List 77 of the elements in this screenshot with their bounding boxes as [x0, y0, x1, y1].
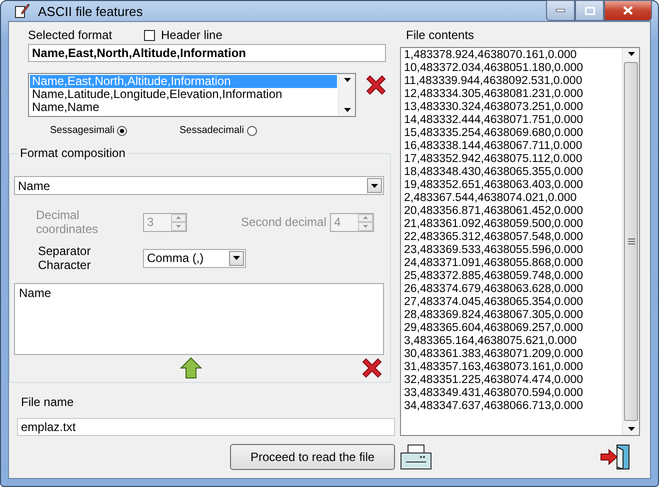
caret-icon [371, 184, 378, 188]
window-title: ASCII file features [38, 4, 144, 18]
list-item: 15,483335.254,4638069.680,0.000 [403, 127, 584, 140]
radio-label: Sessagesimali [50, 125, 114, 136]
list-item: 13,483330.324,4638073.251,0.000 [403, 101, 584, 114]
grip-icon [628, 238, 634, 245]
list-item: 3,483365.164,4638075.621,0.000 [403, 335, 578, 348]
close-icon [623, 6, 633, 15]
up-arrow-icon[interactable] [180, 356, 202, 378]
scrollbar[interactable] [338, 74, 355, 116]
minimize-icon [556, 9, 565, 12]
list-item: 12,483334.305,4638081.231,0.000 [403, 88, 584, 101]
list-item: 24,483371.091,4638055.868,0.000 [403, 257, 584, 270]
list-item: 2,483367.544,4638074.021,0.000 [403, 192, 578, 205]
note-pencil-icon [14, 3, 30, 19]
list-item[interactable]: Name [19, 286, 379, 300]
list-item: 23,483369.533,4638055.596,0.000 [403, 244, 584, 257]
maximize-button[interactable] [575, 0, 604, 21]
list-item: 26,483374.679,4638063.628,0.000 [403, 283, 584, 296]
fields-list[interactable]: Name [14, 283, 384, 355]
list-item[interactable]: Name,Latitude,Longitude,Elevation,Information [30, 88, 337, 101]
list-item: 11,483339.944,4638092.531,0.000 [403, 75, 584, 88]
scroll-thumb[interactable] [624, 62, 638, 421]
scrollbar[interactable] [622, 48, 639, 435]
radio-button[interactable] [117, 126, 128, 136]
scroll-down-icon [344, 108, 350, 112]
exit-door-icon[interactable] [600, 444, 630, 470]
list-item: 18,483348.430,4638065.355,0.000 [403, 166, 584, 179]
list-item: 17,483352.942,4638075.112,0.000 [403, 153, 584, 166]
field-label: File name [21, 395, 75, 409]
list-item: 28,483369.824,4638067.305,0.000 [403, 309, 584, 322]
close-button[interactable] [604, 0, 652, 21]
list-item: 10,483372.034,4638051.180,0.000 [403, 62, 584, 75]
list-item: 32,483351.225,4638074.474,0.000 [403, 374, 584, 387]
radio-button[interactable] [246, 126, 257, 136]
delete-cross-icon[interactable] [364, 73, 388, 97]
list-item: 19,483352.651,4638063.403,0.000 [403, 179, 584, 192]
field-label: File contents [406, 28, 476, 42]
field-label: Selected format [28, 28, 114, 42]
list-item: 16,483338.144,4638067.711,0.000 [403, 140, 584, 153]
list-item[interactable]: Name,Name [30, 101, 337, 114]
selected-format-field[interactable]: Name,East,North,Altitude,Information [28, 44, 386, 62]
list-item: 20,483356.871,4638061.452,0.000 [403, 205, 584, 218]
spin-up-icon [176, 216, 181, 220]
spin-up-icon [363, 216, 368, 220]
list-item: 14,483332.444,4638071.751,0.000 [403, 114, 584, 127]
maximize-icon [584, 6, 594, 14]
list-item: 21,483361.092,4638059.500,0.000 [403, 218, 584, 231]
list-item: 29,483365.604,4638069.257,0.000 [403, 322, 584, 335]
proceed-button[interactable]: Proceed to read the file [230, 444, 395, 470]
list-item: 22,483365.312,4638057.548,0.000 [403, 231, 584, 244]
field-label: Separator Character [38, 244, 92, 272]
field-select[interactable]: Name [14, 176, 384, 195]
caret-icon [233, 256, 240, 260]
spin-down-icon [176, 224, 181, 228]
panel-title: Format composition [19, 146, 126, 160]
field-label: Decimal coordinates [36, 208, 100, 236]
scroll-down-icon [628, 427, 634, 431]
dropdown-button[interactable] [367, 178, 382, 193]
list-item: 25,483372.885,4638059.748,0.000 [403, 270, 584, 283]
header-line-checkbox[interactable] [144, 30, 155, 40]
radio-label: Sessadecimali [179, 125, 244, 136]
list-item: 31,483357.163,4638073.161,0.000 [403, 361, 584, 374]
printer-icon[interactable] [400, 444, 432, 470]
spin-down-icon [363, 224, 368, 228]
list-item: 27,483374.045,4638065.354,0.000 [403, 296, 584, 309]
separator-select[interactable]: Comma (,) [143, 248, 246, 268]
dropdown-button[interactable] [229, 250, 244, 266]
file-name-field[interactable]: emplaz.txt [17, 418, 395, 436]
delete-cross-icon[interactable] [360, 356, 384, 380]
field-label: Second decimal [241, 215, 328, 229]
minimize-button[interactable] [546, 0, 575, 21]
list-item: 34,483347.637,4638066.713,0.000 [403, 400, 584, 413]
list-item: 33,483349.431,4638070.594,0.000 [403, 387, 584, 400]
list-item: 1,483378.924,4638070.161,0.000 [403, 49, 578, 62]
list-item: 30,483361.383,4638071.209,0.000 [403, 348, 584, 361]
checkbox-label: Header line [161, 28, 222, 42]
